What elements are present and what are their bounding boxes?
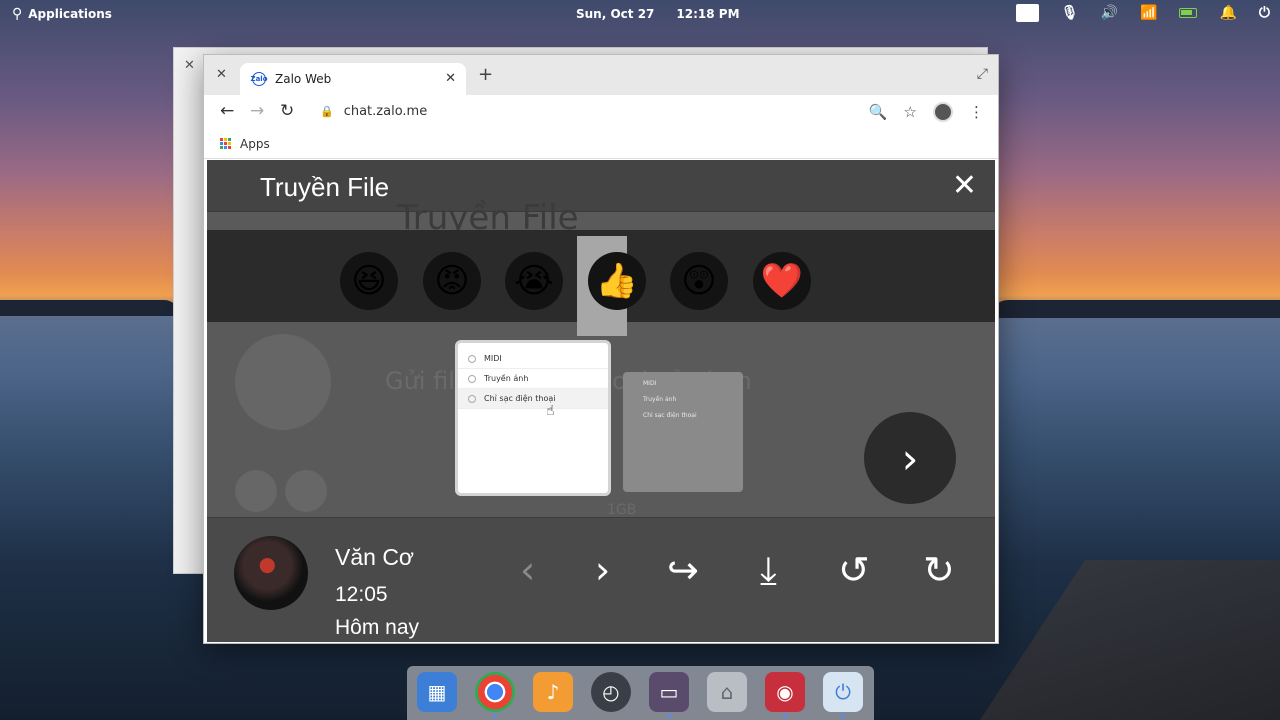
viewer-header: Truyền File ✕ xyxy=(207,160,995,212)
viewer-title: Truyền File xyxy=(260,172,390,202)
radio-icon xyxy=(468,394,476,403)
screen-recorder-icon[interactable]: ◉ xyxy=(765,672,805,718)
thumbnail-current[interactable]: MIDI Truyền ảnh Chỉ sạc điện thoại ☝ xyxy=(455,340,611,496)
viewer-stage: Truyền File Gửi file cho điện thoại của … xyxy=(207,198,995,518)
reaction-angry[interactable]: 😡 xyxy=(423,252,481,310)
applications-label: Applications xyxy=(28,7,112,21)
option-label: Truyền ảnh xyxy=(484,374,529,383)
menu-kebab-icon[interactable]: ⋮ xyxy=(969,103,984,121)
reaction-cry[interactable]: 😭 xyxy=(505,252,563,310)
files-icon[interactable]: ⌂ xyxy=(707,672,747,712)
previous-arrow-icon[interactable]: ‹ xyxy=(520,548,535,592)
microphone-icon[interactable]: 🎙 xyxy=(1061,5,1079,21)
lock-icon: 🔒 xyxy=(320,105,334,118)
reaction-wow[interactable]: 😲 xyxy=(670,252,728,310)
close-icon[interactable]: ✕ xyxy=(184,58,195,73)
bookmark-star-icon[interactable]: ☆ xyxy=(904,103,917,121)
tab-close-icon[interactable]: ✕ xyxy=(445,71,456,86)
time-label: 12:18 PM xyxy=(676,7,740,21)
option-label: Truyền ảnh xyxy=(643,396,677,403)
reaction-heart[interactable]: ❤️ xyxy=(753,252,811,310)
volume-icon[interactable]: 🔊 xyxy=(1101,5,1118,21)
next-arrow-icon[interactable]: › xyxy=(595,548,610,592)
option-label: MIDI xyxy=(484,354,502,363)
option-item: Truyền ảnh xyxy=(458,369,608,389)
url-text: chat.zalo.me xyxy=(343,104,428,119)
tab-strip: ✕ Zalo Zalo Web ✕ + ⤢ xyxy=(204,55,998,95)
chrome-icon[interactable] xyxy=(475,672,515,718)
forward-arrow-icon[interactable]: → xyxy=(250,101,264,121)
sender-avatar xyxy=(234,536,308,610)
background-avatar xyxy=(235,334,331,430)
profile-avatar[interactable] xyxy=(933,102,953,122)
address-bar[interactable]: 🔒 chat.zalo.me xyxy=(320,104,427,119)
viewer-footer: Văn Cơ 12:05 Hôm nay ‹ › ↪ ⤓ ↺ ↻ xyxy=(207,517,995,642)
wallpaper-shore-left xyxy=(0,300,180,316)
reload-icon[interactable]: ↻ xyxy=(280,101,294,121)
download-icon[interactable]: ⤓ xyxy=(760,548,777,593)
forward-share-icon[interactable]: ↪ xyxy=(667,548,699,592)
apps-bookmark[interactable]: Apps xyxy=(240,137,270,151)
thumbnail-next[interactable]: MIDI Truyền ảnh Chỉ sạc điện thoại xyxy=(623,372,743,492)
image-viewer: Truyền File ✕ Truyền File Gửi file cho đ… xyxy=(207,160,995,642)
tab-zalo-web[interactable]: Zalo Zalo Web ✕ xyxy=(240,63,466,95)
option-label: MIDI xyxy=(643,380,657,387)
toolbar-actions: 🔍 ☆ ⋮ xyxy=(869,102,984,122)
notification-bell-icon[interactable]: 🔔 xyxy=(1219,5,1236,21)
browser-toolbar: ← → ↻ 🔒 chat.zalo.me 🔍 ☆ ⋮ xyxy=(204,95,998,129)
option-item: Chỉ sạc điện thoại xyxy=(458,389,608,409)
system-tray: pl 🎙 🔊 📶 🔔 ⏻ xyxy=(1016,4,1270,22)
rotate-right-icon[interactable]: ↻ xyxy=(923,548,955,592)
music-icon[interactable]: ♪ xyxy=(533,672,573,712)
apps-grid-icon xyxy=(220,137,232,150)
sender-day: Hôm nay xyxy=(335,616,420,639)
bookmarks-bar: Apps xyxy=(204,129,998,159)
tab-title: Zalo Web xyxy=(275,72,332,86)
window-close-icon[interactable]: ✕ xyxy=(216,67,227,82)
background-file-size: 1GB xyxy=(607,502,637,518)
battery-icon[interactable] xyxy=(1179,8,1198,18)
reaction-laugh[interactable]: 😆 xyxy=(340,252,398,310)
top-panel: ⚲ Applications Sun, Oct 27 12:18 PM pl 🎙… xyxy=(0,0,1280,28)
radio-icon xyxy=(468,354,476,363)
dock: ▦ ♪ ◴ ▭ ⌂ ◉ ⏻ xyxy=(407,666,874,720)
zalo-favicon-icon: Zalo xyxy=(251,72,268,86)
date-time[interactable]: Sun, Oct 27 12:18 PM xyxy=(576,7,740,21)
keyboard-layout-indicator[interactable]: pl xyxy=(1016,4,1039,22)
sender-time: 12:05 xyxy=(335,583,388,606)
next-image-button[interactable]: › xyxy=(864,412,956,504)
sender-name: Văn Cơ xyxy=(335,544,415,570)
rotate-left-icon[interactable]: ↺ xyxy=(838,548,870,592)
date-label: Sun, Oct 27 xyxy=(576,7,655,21)
reaction-like[interactable]: 👍 xyxy=(588,252,646,310)
settings-toggle-icon[interactable]: ⏻ xyxy=(823,672,863,718)
viewer-close-button[interactable]: ✕ xyxy=(952,168,977,203)
clock-icon[interactable]: ◴ xyxy=(591,672,631,712)
option-item: MIDI xyxy=(458,349,608,369)
applications-menu[interactable]: ⚲ Applications xyxy=(12,6,112,22)
back-arrow-icon[interactable]: ← xyxy=(220,101,234,121)
wifi-icon[interactable]: 📶 xyxy=(1140,5,1157,21)
option-label: Chỉ sạc điện thoại xyxy=(484,394,556,403)
new-tab-button[interactable]: + xyxy=(478,64,493,85)
power-icon[interactable]: ⏻ xyxy=(1259,5,1270,21)
zoom-icon[interactable]: 🔍 xyxy=(869,103,888,121)
search-icon: ⚲ xyxy=(12,6,23,22)
multitasking-view-icon[interactable]: ▦ xyxy=(417,672,457,712)
maximize-icon[interactable]: ⤢ xyxy=(977,66,988,82)
background-circle xyxy=(235,470,277,512)
background-circle xyxy=(285,470,327,512)
wallpaper-pier xyxy=(980,560,1280,720)
browser-window: ✕ Zalo Zalo Web ✕ + ⤢ ← → ↻ 🔒 chat.zalo.… xyxy=(203,54,999,644)
option-label: Chỉ sạc điện thoại xyxy=(643,412,697,419)
radio-icon xyxy=(468,374,476,383)
screenshot-icon[interactable]: ▭ xyxy=(649,672,689,718)
wallpaper-shore-right xyxy=(990,300,1280,318)
hand-cursor-icon: ☝ xyxy=(546,403,555,419)
